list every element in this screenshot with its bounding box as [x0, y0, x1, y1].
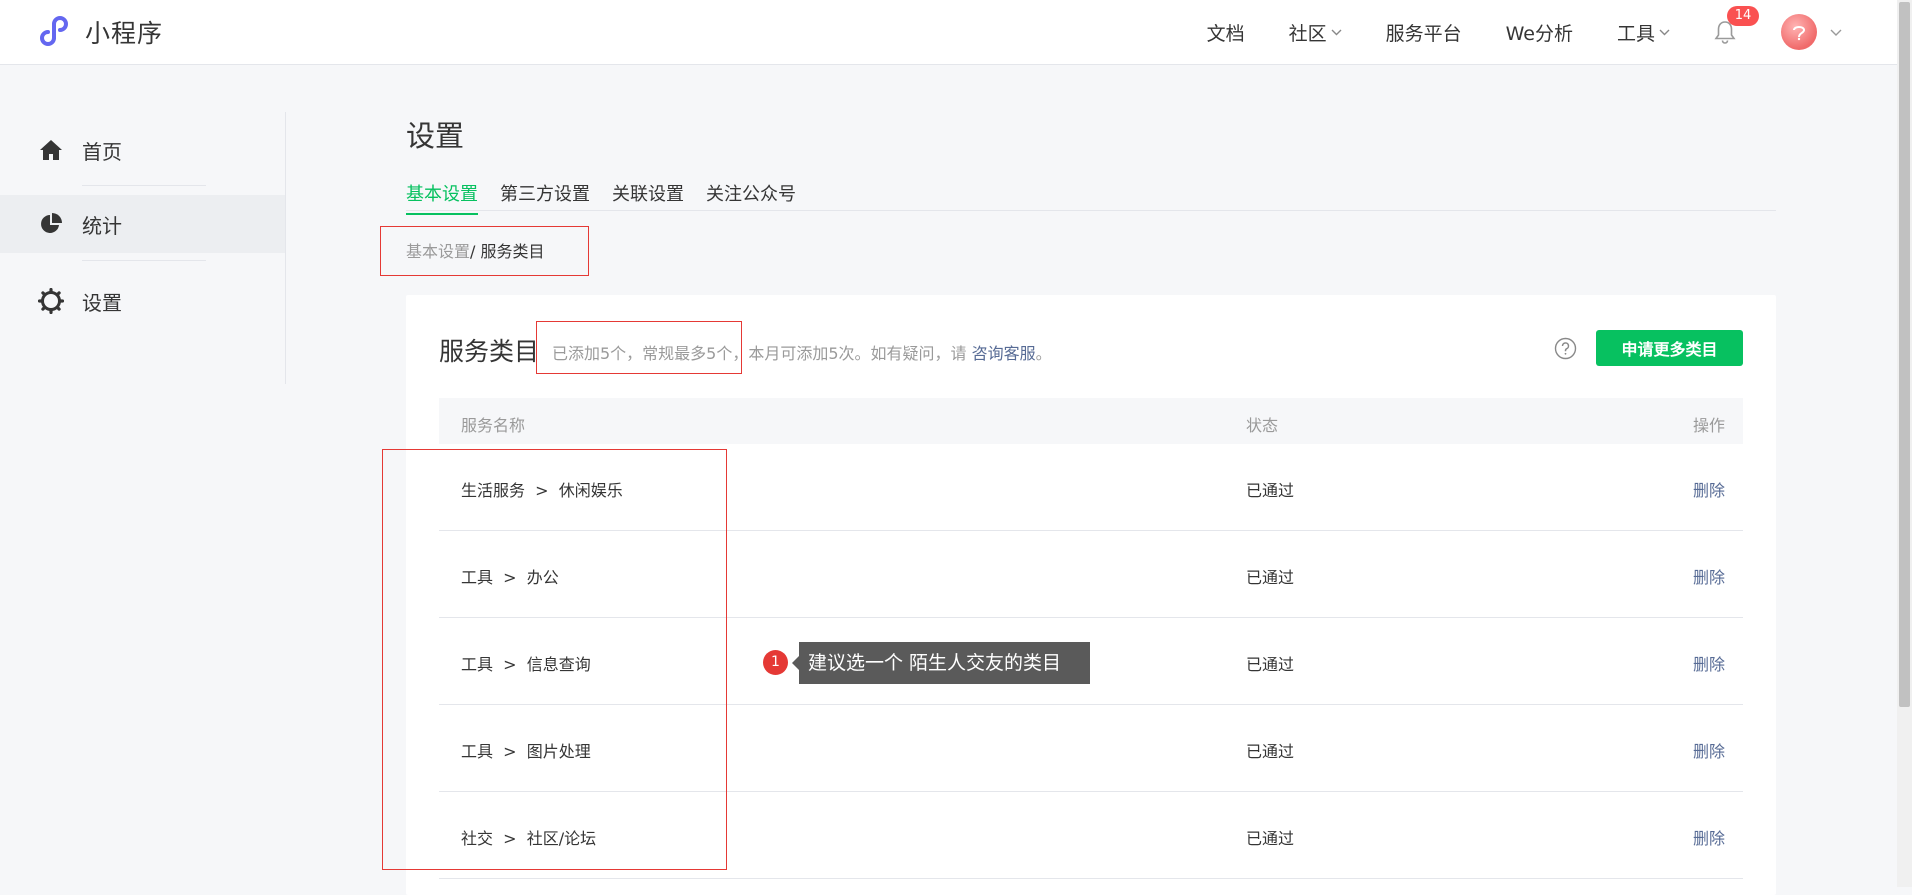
apply-more-categories-button[interactable]: 申请更多类目: [1596, 330, 1743, 366]
breadcrumb: 基本设置/ 服务类目: [406, 238, 545, 262]
table-row: 工具 > 信息查询 已通过 删除: [439, 618, 1743, 705]
table-row: 生活服务 > 休闲娱乐 已通过 删除: [439, 444, 1743, 531]
category-status: 已通过: [1246, 829, 1295, 848]
avatar: [1781, 14, 1817, 50]
column-header-name: 服务名称: [461, 416, 526, 435]
nav-service-platform[interactable]: 服务平台: [1386, 19, 1462, 46]
card-description: 已添加5个，常规最多5个，本月可添加5次。如有疑问，请 咨询客服。: [552, 340, 1052, 364]
table-row: 工具 > 图片处理 已通过 删除: [439, 705, 1743, 792]
annotation-tooltip: 建议选一个 陌生人交友的类目: [792, 642, 1090, 684]
nav-docs-label: 文档: [1206, 22, 1245, 45]
mini-program-logo-icon: [40, 16, 68, 46]
logo[interactable]: 小程序: [40, 14, 163, 50]
sidebar-item-label: 首页: [82, 139, 122, 164]
card-desc-suffix: 。: [1035, 344, 1052, 363]
sidebar-item-stats[interactable]: 统计: [0, 195, 285, 253]
breadcrumb-separator: /: [470, 242, 481, 261]
chevron-down-icon: [1830, 29, 1842, 36]
nav-community[interactable]: 社区: [1289, 19, 1342, 46]
delete-button[interactable]: 删除: [1693, 825, 1725, 849]
sidebar-item-label: 统计: [82, 213, 122, 238]
breadcrumb-current: 服务类目: [480, 242, 545, 261]
scrollbar-thumb[interactable]: [1899, 2, 1910, 707]
card-title: 服务类目: [439, 337, 540, 366]
table-row: 工具 > 办公 已通过 删除: [439, 531, 1743, 618]
breadcrumb-parent[interactable]: 基本设置: [406, 242, 470, 261]
table-header: 服务名称 状态 操作: [439, 398, 1743, 444]
category-name: 社交 > 社区/论坛: [461, 829, 597, 848]
delete-button[interactable]: 删除: [1693, 564, 1725, 588]
gear-icon: [38, 288, 64, 314]
help-icon[interactable]: [1554, 337, 1577, 360]
sidebar-item-settings[interactable]: 设置: [0, 272, 285, 330]
nav-tools-label: 工具: [1616, 22, 1655, 45]
logo-text: 小程序: [85, 19, 164, 48]
delete-button[interactable]: 删除: [1693, 477, 1725, 501]
nav-we-analytics-label: We分析: [1505, 22, 1573, 45]
nav-docs[interactable]: 文档: [1207, 19, 1245, 46]
column-header-action: 操作: [1693, 416, 1726, 435]
category-name: 生活服务 > 休闲娱乐: [461, 481, 623, 500]
page-scrollbar[interactable]: [1897, 0, 1912, 887]
category-name: 工具 > 图片处理: [461, 742, 591, 761]
tab-follow-official-account[interactable]: 关注公众号: [706, 180, 796, 214]
tab-third-party-settings[interactable]: 第三方设置: [500, 180, 590, 214]
column-header-status: 状态: [1246, 416, 1279, 435]
chevron-down-icon: [1659, 29, 1670, 36]
page-title: 设置: [406, 119, 465, 153]
delete-button[interactable]: 删除: [1693, 651, 1725, 675]
contact-support-link[interactable]: 咨询客服: [972, 344, 1036, 363]
top-header: 小程序 文档 社区 服务平台 We分析 工具 14: [0, 0, 1897, 65]
home-icon: [38, 137, 64, 163]
tab-basic-settings[interactable]: 基本设置: [406, 180, 478, 215]
nav-community-label: 社区: [1288, 22, 1327, 45]
category-status: 已通过: [1246, 568, 1295, 587]
card-desc-text: 已添加5个，常规最多5个，本月可添加5次。如有疑问，请: [552, 344, 972, 363]
nav-tools[interactable]: 工具: [1617, 19, 1670, 46]
category-status: 已通过: [1246, 655, 1295, 674]
sidebar: 首页 统计 设置: [0, 112, 286, 384]
category-name: 工具 > 办公: [461, 568, 559, 587]
sidebar-divider: [82, 260, 206, 261]
sidebar-item-home[interactable]: 首页: [0, 121, 285, 179]
pie-chart-icon: [38, 211, 64, 237]
nav-service-platform-label: 服务平台: [1385, 22, 1462, 45]
top-nav: 文档 社区 服务平台 We分析 工具 14: [1207, 0, 1897, 64]
table-row: 社交 > 社区/论坛 已通过 删除: [439, 792, 1743, 879]
account-menu[interactable]: [1781, 14, 1842, 50]
chevron-down-icon: [1331, 29, 1342, 36]
category-status: 已通过: [1246, 742, 1295, 761]
delete-button[interactable]: 删除: [1693, 738, 1725, 762]
category-status: 已通过: [1246, 481, 1295, 500]
avatar-logo-icon: [1793, 26, 1806, 41]
nav-we-analytics[interactable]: We分析: [1506, 19, 1573, 46]
annotation-number-badge: 1: [763, 650, 788, 675]
tab-linked-settings[interactable]: 关联设置: [612, 180, 684, 214]
category-name: 工具 > 信息查询: [461, 655, 591, 674]
notification-badge: 14: [1727, 6, 1759, 26]
settings-tabs: 基本设置 第三方设置 关联设置 关注公众号: [406, 180, 818, 215]
sidebar-item-label: 设置: [82, 290, 122, 315]
service-category-card: 服务类目 已添加5个，常规最多5个，本月可添加5次。如有疑问，请 咨询客服。 申…: [406, 295, 1776, 895]
tabs-divider: [406, 210, 1776, 211]
notification-button[interactable]: 14: [1714, 6, 1759, 44]
sidebar-divider: [82, 185, 206, 186]
